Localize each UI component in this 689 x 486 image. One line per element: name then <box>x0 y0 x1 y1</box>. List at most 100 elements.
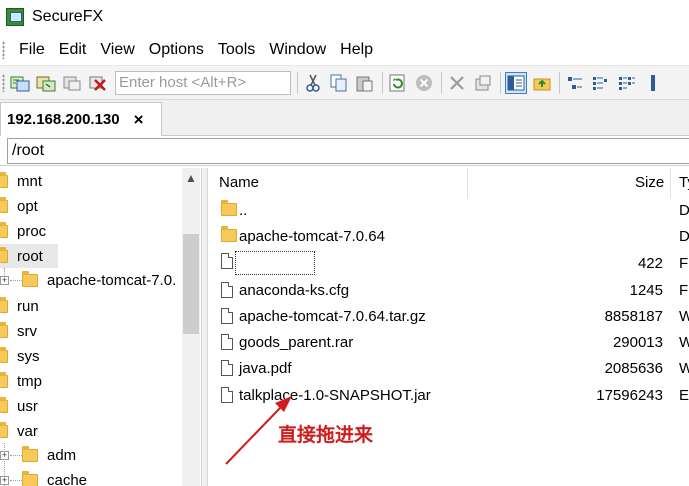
file-row-talkplace-jar[interactable]: talkplace-1.0-SNAPSHOT.jar 17596243 Ex <box>209 383 689 409</box>
menu-tools[interactable]: Tools <box>218 41 255 59</box>
pane-splitter[interactable] <box>202 168 208 486</box>
column-header-size[interactable]: Size <box>635 168 664 198</box>
list-view-icon[interactable] <box>616 72 638 94</box>
file-type: W <box>679 360 689 377</box>
file-row-anaconda[interactable]: anaconda-ks.cfg 1245 Fi <box>209 278 689 304</box>
toolbar-grip[interactable] <box>2 73 5 92</box>
tree-item-label: mnt <box>17 172 43 190</box>
delete-icon[interactable] <box>446 72 468 94</box>
column-divider[interactable] <box>467 168 468 198</box>
folder-tree: mnt opt proc root + apache-tomcat-7.0. r… <box>0 168 202 486</box>
tree-item-label: run <box>17 297 39 315</box>
tree-item-label: tmp <box>17 372 43 390</box>
folder-icon <box>221 200 237 220</box>
quick-connect-icon[interactable] <box>35 72 57 94</box>
tree-item-proc[interactable]: proc <box>0 219 46 243</box>
menubar-grip[interactable] <box>2 40 5 59</box>
tree-item-var[interactable]: var <box>0 419 38 443</box>
connect-icon[interactable] <box>9 72 31 94</box>
disconnect-icon[interactable] <box>87 72 109 94</box>
tree-item-tmp[interactable]: tmp <box>0 369 42 393</box>
stop-icon[interactable] <box>413 72 435 94</box>
toolbar-separator <box>441 71 442 94</box>
path-bar: /root <box>0 136 689 166</box>
folder-icon <box>0 396 8 413</box>
tree-scrollbar-thumb[interactable] <box>183 234 199 334</box>
cut-icon[interactable] <box>302 72 324 94</box>
session-tab[interactable]: 192.168.200.130 × <box>0 102 162 136</box>
file-row-parent[interactable]: .. D <box>209 198 689 224</box>
large-icons-icon[interactable] <box>564 72 586 94</box>
menu-edit[interactable]: Edit <box>59 41 87 59</box>
tree-item-label: opt <box>17 197 38 215</box>
tree-item-label: root <box>17 247 43 265</box>
close-tab-icon[interactable]: × <box>134 110 144 130</box>
session-tab-strip: 192.168.200.130 × <box>0 100 689 136</box>
file-name: apache-tomcat-7.0.64.tar.gz <box>239 308 426 325</box>
tree-item-run[interactable]: run <box>0 294 39 318</box>
folder-icon <box>22 470 38 486</box>
expand-cache-icon[interactable]: + <box>0 476 9 485</box>
column-divider[interactable] <box>670 168 671 198</box>
tree-item-label: proc <box>17 222 47 240</box>
up-folder-icon[interactable] <box>531 72 553 94</box>
tree-item-usr[interactable]: usr <box>0 394 38 418</box>
remote-path-field[interactable]: /root <box>7 138 689 164</box>
rename-input[interactable] <box>235 251 315 275</box>
tree-item-label: apache-tomcat-7.0. <box>47 271 177 289</box>
file-type: W <box>679 308 689 325</box>
tree-item-srv[interactable]: srv <box>0 319 37 343</box>
paste-icon[interactable] <box>354 72 376 94</box>
toolbar-separator <box>500 71 501 94</box>
properties-icon[interactable] <box>472 72 494 94</box>
menu-view[interactable]: View <box>100 41 134 59</box>
toolbar-overflow[interactable] <box>642 72 664 94</box>
tree-scrollbar[interactable]: ▲ <box>182 168 200 486</box>
menu-options[interactable]: Options <box>149 41 204 59</box>
expand-apache-tomcat-icon[interactable]: + <box>0 276 9 285</box>
folder-icon <box>22 445 38 462</box>
menu-file[interactable]: File <box>19 41 45 59</box>
host-input[interactable] <box>115 70 291 95</box>
reconnect-icon[interactable] <box>61 72 83 94</box>
file-icon <box>221 308 233 328</box>
copy-icon[interactable] <box>328 72 350 94</box>
tree-item-mnt[interactable]: mnt <box>0 169 42 193</box>
file-type: Fi <box>679 282 689 299</box>
tree-item-label: var <box>17 422 38 440</box>
title-bar: SecureFX <box>0 0 689 34</box>
folder-icon <box>0 346 8 363</box>
tree-item-sys[interactable]: sys <box>0 344 40 368</box>
scroll-up-arrow-icon[interactable]: ▲ <box>184 171 198 185</box>
window-title: SecureFX <box>32 8 104 25</box>
toolbar-separator <box>382 71 383 94</box>
file-row-renaming[interactable]: 422 Fi <box>209 251 689 277</box>
file-name: anaconda-ks.cfg <box>239 282 350 299</box>
file-row-goods-parent[interactable]: goods_parent.rar 290013 W <box>209 330 689 356</box>
expand-adm-icon[interactable]: + <box>0 451 9 460</box>
tree-item-opt[interactable]: opt <box>0 194 38 218</box>
refresh-icon[interactable] <box>387 72 409 94</box>
tree-item-label: sys <box>17 347 40 365</box>
menu-help[interactable]: Help <box>340 41 373 59</box>
annotation-text: 直接拖进来 <box>278 424 374 446</box>
file-name: talkplace-1.0-SNAPSHOT.jar <box>239 387 431 404</box>
folder-icon <box>0 171 8 188</box>
toolbar <box>0 66 689 100</box>
column-header-name[interactable]: Name <box>219 168 259 198</box>
tree-item-cache[interactable]: cache <box>22 468 87 486</box>
file-size: 17596243 <box>596 387 663 404</box>
tree-item-root[interactable]: root <box>0 244 58 268</box>
file-row-apache-tomcat[interactable]: apache-tomcat-7.0.64 D <box>209 224 689 250</box>
file-size: 2085636 <box>604 360 663 377</box>
file-row-java-pdf[interactable]: java.pdf 2085636 W <box>209 356 689 382</box>
tree-item-apache-tomcat[interactable]: apache-tomcat-7.0. <box>22 268 176 292</box>
tree-item-adm[interactable]: adm <box>22 443 76 467</box>
column-header-type[interactable]: Ty <box>679 168 689 198</box>
small-icons-icon[interactable] <box>590 72 612 94</box>
folder-icon <box>0 296 8 313</box>
folder-icon <box>22 270 38 287</box>
file-row-tomcat-tar[interactable]: apache-tomcat-7.0.64.tar.gz 8858187 W <box>209 304 689 330</box>
menu-window[interactable]: Window <box>269 41 326 59</box>
tree-view-icon[interactable] <box>505 71 527 94</box>
